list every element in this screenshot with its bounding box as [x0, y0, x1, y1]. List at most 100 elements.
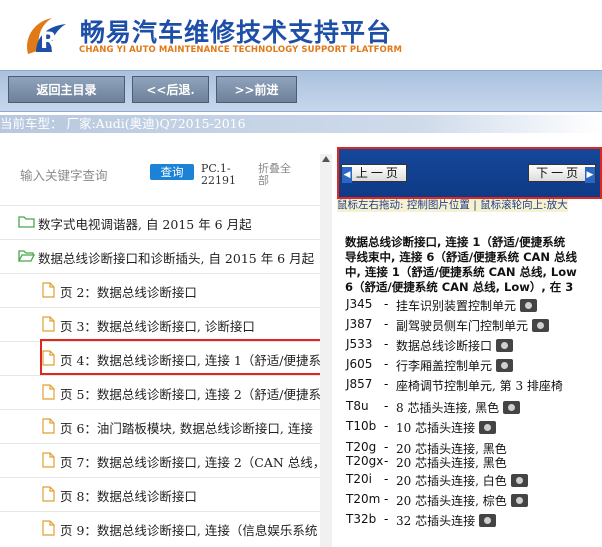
component-desc: 副驾驶员侧车门控制单元: [396, 317, 550, 334]
legend-dash: -: [384, 297, 389, 311]
camera-icon[interactable]: [520, 299, 538, 312]
component-desc: 20 芯插头连接, 黑色: [396, 454, 507, 471]
collapse-all-line2: 部: [258, 174, 269, 187]
tree-item-label: 页 6：油门踏板模块, 数据总线诊断接口, 连接: [60, 421, 313, 436]
selected-item-highlight: [40, 339, 322, 375]
legend-dash: -: [384, 317, 389, 331]
brand-logo-icon: R: [27, 18, 66, 54]
component-desc-text: 挂车识别装置控制单元: [396, 299, 517, 313]
tree-page-item[interactable]: 页 3：数据总线诊断接口, 诊断接口: [0, 307, 320, 342]
tree-item-label: 页 3：数据总线诊断接口, 诊断接口: [60, 319, 255, 334]
document-heading-line: 导线束中, 连接 6（舒适/便捷系统 CAN 总线: [345, 250, 578, 264]
brand-subtitle: CHANG YI AUTO MAINTENANCE TECHNOLOGY SUP…: [79, 45, 403, 55]
home-button[interactable]: 返回主目录: [8, 76, 125, 103]
svg-text:R: R: [40, 29, 57, 54]
tree-folder-item[interactable]: 数据总线诊断接口和诊断插头, 自 2015 年 6 月起: [0, 239, 320, 274]
component-code: T20m: [346, 492, 381, 506]
component-desc-text: 20 芯插头连接, 棕色: [396, 494, 507, 508]
tree-page-item[interactable]: 页 6：油门踏板模块, 数据总线诊断接口, 连接: [0, 409, 320, 444]
camera-icon[interactable]: [496, 359, 514, 372]
component-code: T10b: [346, 419, 377, 433]
forward-button[interactable]: >>前进: [216, 76, 297, 103]
app-header: R 畅易汽车维修技术支持平台 CHANG YI AUTO MAINTENANCE…: [0, 0, 602, 70]
component-desc-text: 副驾驶员侧车门控制单元: [396, 319, 529, 333]
component-desc: 数据总线诊断接口: [396, 337, 514, 354]
component-code: T20gx: [346, 454, 384, 468]
component-legend: J345- 挂车识别装置控制单元 J387- 副驾驶员侧车门控制单元 J533- 数据总线…: [346, 297, 602, 547]
component-desc: 行李厢盖控制单元: [396, 357, 514, 374]
search-row: 输入关键字查询 查询 PC.1- 22191 折叠全 部: [0, 150, 320, 198]
folder-open-icon: [18, 250, 35, 262]
component-desc: 座椅调节控制单元, 第 3 排座椅: [396, 377, 563, 394]
component-desc-text: 20 芯插头连接, 白色: [396, 474, 507, 488]
tree-item-label: 页 5：数据总线诊断接口, 连接 2（舒适/便捷系统: [60, 387, 320, 402]
scroll-up-arrow-icon[interactable]: [322, 156, 330, 162]
pc-code: PC.1- 22191: [201, 163, 236, 187]
tree-page-item[interactable]: 页 5：数据总线诊断接口, 连接 2（舒适/便捷系统: [0, 375, 320, 410]
component-desc: 32 芯插头连接: [396, 512, 497, 529]
component-desc-text: 10 芯插头连接: [396, 421, 476, 435]
document-icon: [42, 418, 55, 434]
navigation-bar: 返回主目录 <<后退. >>前进: [0, 70, 602, 112]
camera-icon[interactable]: [496, 339, 514, 352]
legend-dash: -: [384, 337, 389, 351]
tree-page-item[interactable]: 页 7：数据总线诊断接口, 连接 2（CAN 总线，: [0, 443, 320, 478]
page-nav-highlight: [337, 147, 602, 199]
component-desc-text: 8 芯插头连接, 黑色: [396, 401, 500, 415]
document-icon: [42, 520, 55, 536]
camera-icon[interactable]: [510, 494, 528, 507]
viewer-tip-text: 鼠标左右拖动: 控制图片位置 | 鼠标滚轮向上:放大: [337, 199, 568, 212]
legend-dash: -: [384, 512, 389, 526]
brand-title: 畅易汽车维修技术支持平台: [80, 18, 393, 47]
document-icon: [42, 486, 55, 502]
tree-page-item[interactable]: 页 8：数据总线诊断接口: [0, 477, 320, 512]
tree-page-item[interactable]: 页 9：数据总线诊断接口, 连接（信息娱乐系统: [0, 511, 320, 546]
legend-dash: -: [384, 419, 389, 433]
camera-icon[interactable]: [532, 319, 550, 332]
camera-icon[interactable]: [479, 514, 497, 527]
tree-item-label: 页 2：数据总线诊断接口: [60, 285, 197, 300]
component-desc: 10 芯插头连接: [396, 419, 497, 436]
component-desc-text: 座椅调节控制单元, 第 3 排座椅: [396, 379, 563, 393]
component-code: T20i: [346, 472, 372, 486]
camera-icon[interactable]: [479, 421, 497, 434]
query-button[interactable]: 查询: [150, 164, 194, 180]
legend-dash: -: [384, 440, 389, 454]
legend-dash: -: [384, 377, 389, 391]
component-code: T32b: [346, 512, 377, 526]
component-desc: 8 芯插头连接, 黑色: [396, 399, 521, 416]
back-button[interactable]: <<后退.: [132, 76, 209, 103]
document-icon: [42, 452, 55, 468]
tree-item-label: 数字式电视调谐器, 自 2015 年 6 月起: [38, 217, 252, 232]
camera-icon[interactable]: [510, 474, 528, 487]
component-desc-text: 32 芯插头连接: [396, 514, 476, 528]
component-desc: 20 芯插头连接, 棕色: [396, 492, 528, 509]
document-icon: [42, 316, 55, 332]
collapse-all-link[interactable]: 折叠全 部: [258, 163, 298, 187]
tree-item-label: 数据总线诊断接口和诊断插头, 自 2015 年 6 月起: [38, 251, 315, 266]
component-desc-text: 行李厢盖控制单元: [396, 359, 493, 373]
left-tree-panel: 输入关键字查询 查询 PC.1- 22191 折叠全 部 数字式电视调谐器, 自…: [0, 150, 332, 547]
document-heading-line: 6（舒适/便捷系统 CAN 总线, Low）, 在 3: [345, 280, 574, 294]
tree-folder-item[interactable]: 数字式电视调谐器, 自 2015 年 6 月起: [0, 205, 320, 240]
document-viewer: ◀ 上一页 下一页 ▶ 鼠标左右拖动: 控制图片位置 | 鼠标滚轮向上:放大 数…: [337, 147, 602, 547]
current-vehicle-label: 当前车型： 厂家:Audi(奥迪)Q72015-2016: [0, 115, 602, 133]
component-desc: 挂车识别装置控制单元: [396, 297, 538, 314]
folder-icon: [18, 216, 35, 228]
legend-dash: -: [384, 454, 389, 468]
component-code: J345: [346, 297, 373, 311]
component-code: J605: [346, 357, 373, 371]
component-code: J387: [346, 317, 373, 331]
component-desc-text: 20 芯插头连接, 黑色: [396, 456, 507, 470]
component-desc-text: 数据总线诊断接口: [396, 339, 493, 353]
component-desc: 20 芯插头连接, 白色: [396, 472, 528, 489]
tree-item-label: 页 9：数据总线诊断接口, 连接（信息娱乐系统: [60, 523, 318, 538]
tree-item-label: 页 8：数据总线诊断接口: [60, 489, 197, 504]
component-code: J533: [346, 337, 373, 351]
pc-code-line2: 22191: [201, 174, 236, 187]
camera-icon[interactable]: [503, 401, 521, 414]
search-input[interactable]: 输入关键字查询: [20, 165, 108, 184]
document-icon: [42, 282, 55, 298]
tree-page-item[interactable]: 页 2：数据总线诊断接口: [0, 273, 320, 308]
tree-scrollbar[interactable]: [320, 154, 332, 547]
